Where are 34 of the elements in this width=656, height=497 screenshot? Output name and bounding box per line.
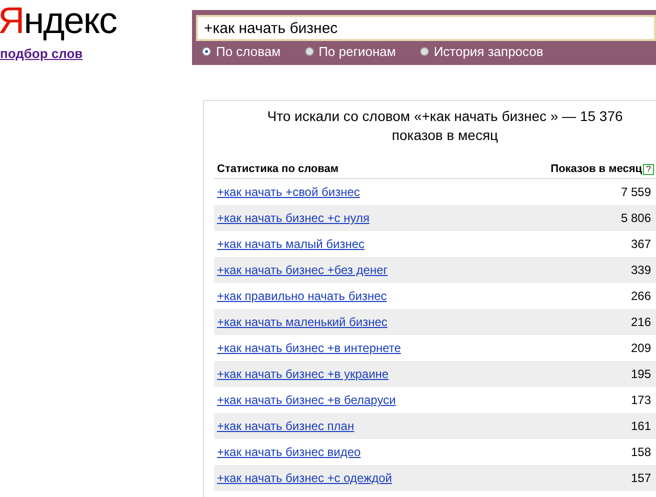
query-link[interactable]: +как начать бизнес +без денег	[217, 263, 388, 277]
word-selection-link[interactable]: подбор слов	[0, 46, 83, 61]
query-link[interactable]: +как начать бизнес план	[217, 419, 354, 433]
yandex-logo[interactable]: Яндекс	[0, 0, 116, 42]
query-link[interactable]: +как начать +свой бизнес	[217, 185, 360, 199]
query-link[interactable]: +как начать бизнес +в украине	[217, 367, 389, 381]
query-link[interactable]: +как начать бизнес +с одеждой	[217, 471, 392, 485]
count-cell: 161	[630, 419, 651, 433]
query-link[interactable]: +как начать маленький бизнес	[217, 315, 388, 329]
results-title: Что искали со словом «+как начать бизнес » — 15 376 показов в месяц	[266, 107, 624, 145]
query-link[interactable]: +как начать бизнес видео	[217, 445, 361, 459]
count-cell: 266	[630, 289, 651, 303]
count-cell: 339	[630, 263, 651, 277]
count-cell: 157	[630, 471, 651, 485]
count-cell: 195	[630, 367, 651, 381]
column-header: Показов в месяц	[550, 163, 642, 175]
search-field[interactable]: +как начать бизнес	[196, 15, 656, 41]
column-header: Статистика по словам	[217, 163, 339, 175]
count-cell: 367	[630, 237, 651, 251]
count-cell: 216	[630, 315, 651, 329]
count-cell: 209	[630, 341, 651, 355]
count-cell: 173	[630, 393, 651, 407]
count-cell: 158	[630, 445, 651, 459]
search-mode-radio[interactable]: По регионам	[304, 44, 396, 59]
search-mode-radio[interactable]: По словам	[202, 44, 281, 59]
query-link[interactable]: +как начать бизнес +в интернете	[217, 341, 401, 355]
count-cell: 5 806	[620, 211, 651, 225]
query-link[interactable]: +как начать бизнес +в беларуси	[217, 393, 396, 407]
search-mode-radio[interactable]: История запросов	[420, 44, 544, 59]
help-icon[interactable]: ?	[643, 164, 654, 174]
count-cell: 7 559	[620, 185, 651, 199]
query-link[interactable]: +как начать малый бизнес	[217, 237, 365, 251]
query-link[interactable]: +как начать бизнес +с нуля	[217, 211, 370, 225]
query-link[interactable]: +как правильно начать бизнес	[217, 289, 387, 303]
